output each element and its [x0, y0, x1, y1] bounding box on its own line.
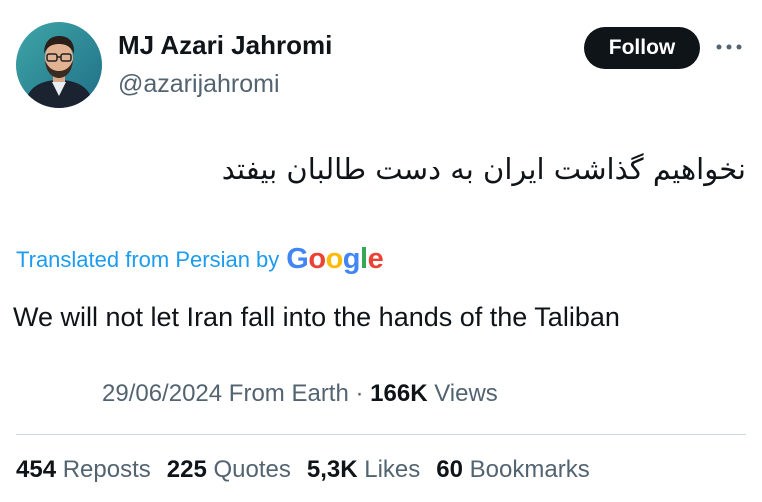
- more-options-button[interactable]: [712, 34, 746, 60]
- divider: [16, 434, 746, 435]
- follow-button[interactable]: Follow: [584, 27, 700, 69]
- stat-label: Likes: [364, 456, 421, 483]
- stat-label: Reposts: [62, 456, 151, 483]
- stat-quotes[interactable]: 225 Quotes: [167, 456, 291, 484]
- views-count: 166K: [370, 380, 428, 407]
- stat-reposts[interactable]: 454 Reposts: [16, 456, 151, 484]
- author-display-name[interactable]: MJ Azari Jahromi: [118, 30, 332, 61]
- stat-count: 60: [436, 456, 463, 483]
- tweet-meta: 29/06/2024 From Earth · 166K Views: [102, 380, 498, 408]
- google-logo-letter: g: [342, 242, 361, 275]
- google-logo-letter: l: [360, 242, 368, 275]
- views-label: Views: [434, 380, 498, 407]
- stat-bookmarks[interactable]: 60 Bookmarks: [436, 456, 589, 484]
- tweet-location: From Earth: [228, 380, 349, 407]
- meta-separator: ·: [355, 380, 364, 407]
- more-horizontal-icon: [716, 44, 742, 50]
- translation-attribution[interactable]: Translated from Persian by Google: [16, 240, 384, 280]
- tweet-card: MJ Azari Jahromi @azarijahromi Follow نخ…: [0, 0, 762, 502]
- tweet-translated-text: We will not let Iran fall into the hands…: [13, 302, 620, 332]
- google-logo-letter: G: [286, 242, 309, 275]
- google-logo-letter: o: [325, 242, 344, 275]
- google-logo: Google: [286, 243, 383, 276]
- stat-count: 225: [166, 456, 207, 483]
- profile-photo-icon: [16, 22, 102, 108]
- stat-likes[interactable]: 5,3K Likes: [307, 456, 420, 484]
- avatar[interactable]: [16, 22, 102, 108]
- stat-label: Bookmarks: [469, 456, 590, 483]
- translated-from-label: Translated from Persian by: [16, 247, 280, 272]
- stat-label: Quotes: [213, 456, 291, 483]
- stat-count: 454: [16, 456, 57, 483]
- engagement-stats: 454 Reposts 225 Quotes 5,3K Likes 60 Boo…: [16, 456, 606, 484]
- author-handle[interactable]: @azarijahromi: [118, 70, 280, 99]
- google-logo-letter: o: [308, 242, 326, 275]
- stat-count: 5,3K: [306, 456, 358, 483]
- tweet-original-text: نخواهیم گذاشت ایران به دست طالبان بیفتد: [221, 152, 746, 186]
- tweet-date[interactable]: 29/06/2024: [102, 380, 222, 407]
- google-logo-letter: e: [367, 242, 384, 275]
